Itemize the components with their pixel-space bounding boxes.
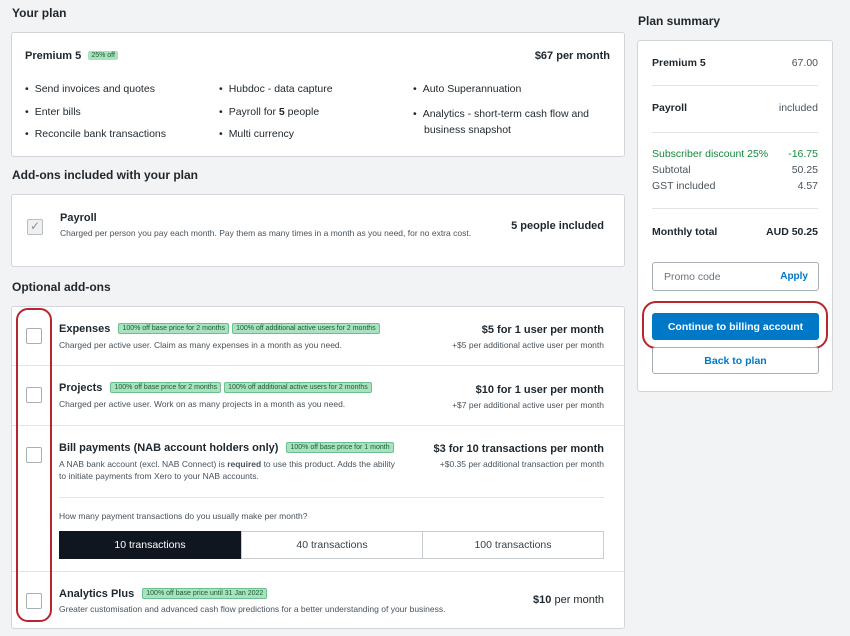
summary-subtotal-row: Subtotal 50.25 <box>652 164 818 176</box>
promo-badge: 100% off base price until 31 Jan 2022 <box>142 588 268 599</box>
plan-name: Premium 5 25% off <box>25 50 118 62</box>
plan-price: $67 per month <box>534 50 610 62</box>
plan-summary-heading: Plan summary <box>638 14 721 28</box>
bill-payments-price: $3 for 10 transactions per month <box>433 443 604 455</box>
expenses-description: Charged per active user. Claim as many e… <box>59 340 343 350</box>
projects-title: Projects 100% off base price for 2 month… <box>59 382 372 394</box>
divider <box>12 365 624 366</box>
projects-price: $10 for 1 user per month <box>475 384 604 396</box>
promo-badge: 100% off base price for 2 months <box>110 382 222 393</box>
feature-item: Send invoices and quotes <box>25 83 155 95</box>
analytics-plus-title: Analytics Plus 100% off base price until… <box>59 588 268 600</box>
promo-badge: 100% off base price for 1 month <box>286 442 394 453</box>
your-plan-heading: Your plan <box>12 6 67 20</box>
divider <box>12 425 624 426</box>
apply-button[interactable]: Apply <box>780 271 808 282</box>
summary-plan-row: Premium 5 67.00 <box>652 57 818 69</box>
divider <box>652 132 818 133</box>
bill-payments-title: Bill payments (NAB account holders only)… <box>59 442 394 454</box>
summary-payroll-row: Payroll included <box>652 102 818 114</box>
analytics-plus-description: Greater customisation and advanced cash … <box>59 604 446 614</box>
payroll-included: 5 people included <box>511 220 604 232</box>
included-addon-card: Payroll Charged per person you pay each … <box>11 194 625 267</box>
continue-to-billing-button[interactable]: Continue to billing account <box>652 313 819 340</box>
option-10-transactions[interactable]: 10 transactions <box>59 531 241 559</box>
bill-payments-price-sub: +$0.35 per additional transaction per mo… <box>439 459 604 469</box>
promo-badge: 100% off additional active users for 2 m… <box>224 382 372 393</box>
optional-addons-heading: Optional add-ons <box>12 280 111 294</box>
feature-item: Analytics - short-term cash flow and bus… <box>413 106 593 138</box>
divider <box>59 497 604 498</box>
expenses-price-sub: +$5 per additional active user per month <box>452 340 604 350</box>
divider <box>652 85 818 86</box>
summary-discount-row: Subscriber discount 25% -16.75 <box>652 148 818 160</box>
included-addons-heading: Add-ons included with your plan <box>12 168 198 182</box>
back-to-plan-button[interactable]: Back to plan <box>652 347 819 374</box>
analytics-plus-price: $10 per month <box>533 594 604 606</box>
projects-description: Charged per active user. Work on as many… <box>59 399 346 409</box>
promo-code-placeholder: Promo code <box>664 271 721 283</box>
checkbox-annotation-highlight <box>16 308 52 622</box>
option-100-transactions[interactable]: 100 transactions <box>422 531 604 559</box>
feature-item: Hubdoc - data capture <box>219 83 333 95</box>
payroll-title: Payroll <box>60 212 97 224</box>
feature-item: Payroll for 5 people <box>219 106 319 118</box>
feature-item: Enter bills <box>25 106 81 118</box>
payroll-checkbox <box>27 219 43 235</box>
summary-gst-row: GST included 4.57 <box>652 180 818 192</box>
option-40-transactions[interactable]: 40 transactions <box>241 531 423 559</box>
bill-payments-description: A NAB bank account (excl. NAB Connect) i… <box>59 459 395 481</box>
plan-discount-badge: 25% off <box>88 51 118 60</box>
divider <box>12 571 624 572</box>
promo-badge: 100% off additional active users for 2 m… <box>232 323 380 334</box>
promo-badge: 100% off base price for 2 months <box>118 323 230 334</box>
divider <box>652 208 818 209</box>
plan-card: Premium 5 25% off $67 per month Send inv… <box>11 32 625 157</box>
expenses-title: Expenses 100% off base price for 2 month… <box>59 323 380 335</box>
feature-item: Auto Superannuation <box>413 83 522 95</box>
feature-item: Reconcile bank transactions <box>25 128 166 140</box>
projects-price-sub: +$7 per additional active user per month <box>452 400 604 410</box>
summary-total-row: Monthly total AUD 50.25 <box>652 226 818 238</box>
transactions-question: How many payment transactions do you usu… <box>59 511 308 521</box>
payroll-description: Charged per person you pay each month. P… <box>60 228 472 238</box>
promo-code-field[interactable]: Promo code Apply <box>652 262 819 291</box>
feature-item: Multi currency <box>219 128 294 140</box>
expenses-price: $5 for 1 user per month <box>481 324 604 336</box>
